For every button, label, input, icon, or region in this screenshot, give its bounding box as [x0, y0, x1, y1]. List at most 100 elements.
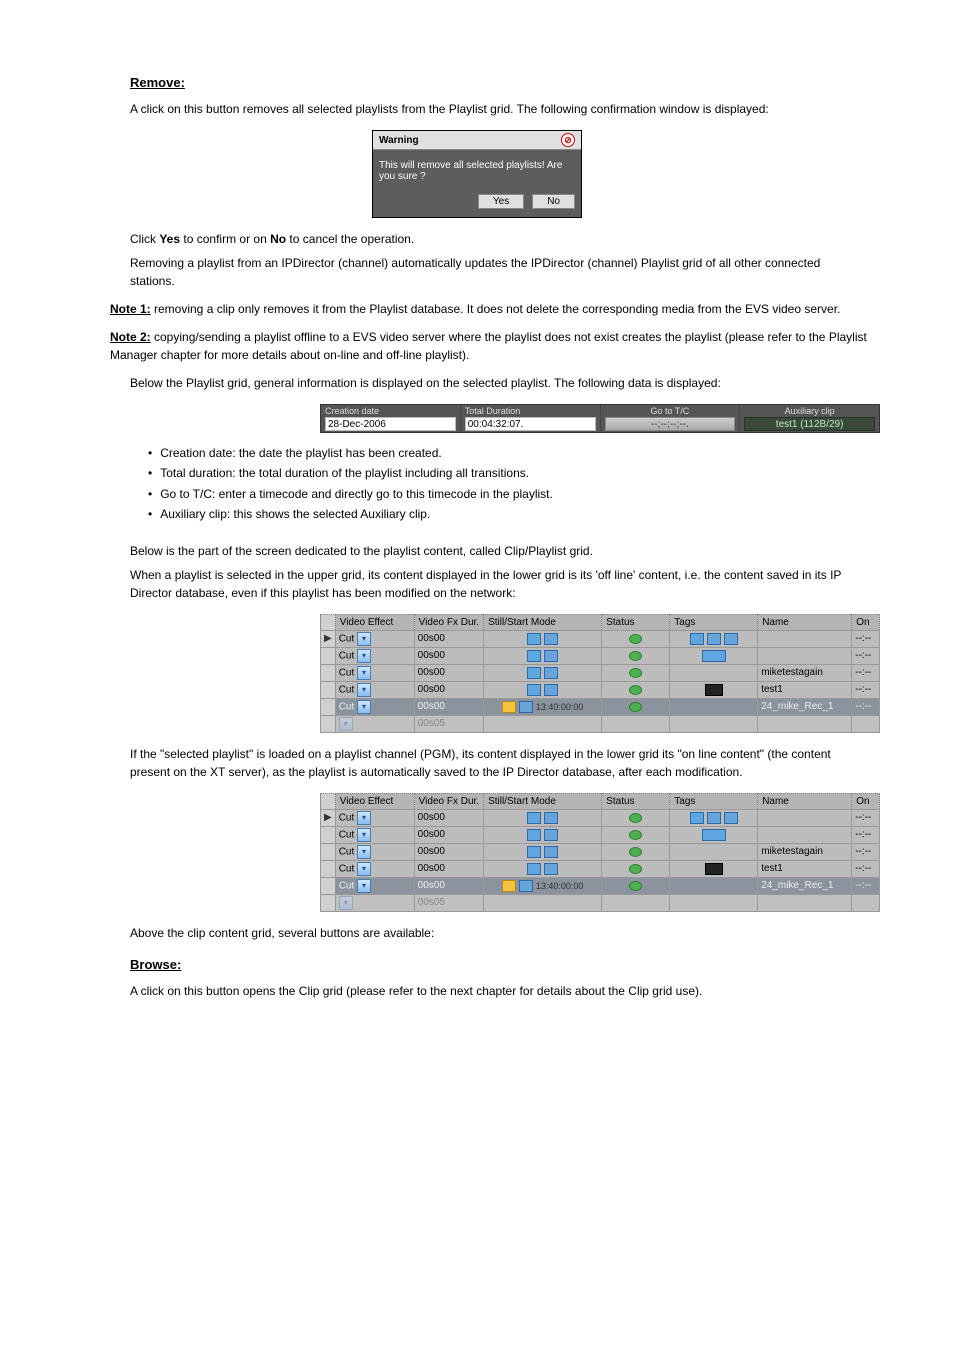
table-row[interactable]: Cut ▾00s00--:-- [321, 826, 880, 843]
mode-cell[interactable] [484, 843, 602, 860]
mode-cell[interactable] [484, 647, 602, 664]
video-effect-cell[interactable]: Cut ▾ [335, 826, 414, 843]
row-selector[interactable] [321, 826, 336, 843]
chevron-down-icon[interactable]: ▾ [357, 879, 371, 893]
video-effect-cell[interactable]: Cut ▾ [335, 860, 414, 877]
col-mode[interactable]: Still/Start Mode [484, 614, 602, 630]
table-row[interactable]: Cut ▾00s0013:40:00:0024_mike_Rec_1--:-- [321, 698, 880, 715]
mode-cell[interactable] [484, 860, 602, 877]
chevron-down-icon[interactable]: ▾ [357, 683, 371, 697]
video-effect-cell[interactable]: Cut ▾ [335, 664, 414, 681]
col-on[interactable]: On [852, 793, 880, 809]
row-selector[interactable] [321, 860, 336, 877]
note-2: Note 2: copying/sending a playlist offli… [110, 328, 870, 364]
chevron-down-icon[interactable]: ▾ [357, 862, 371, 876]
chevron-down-icon[interactable]: ▾ [357, 649, 371, 663]
col-video-dur[interactable]: Video Fx Dur. [414, 793, 483, 809]
mode-cell[interactable] [484, 894, 602, 911]
name-cell [758, 647, 852, 664]
chevron-down-icon[interactable]: ▾ [357, 811, 371, 825]
mode-cell[interactable]: 13:40:00:00 [484, 877, 602, 894]
table-row[interactable]: ▾ 00s05 [321, 894, 880, 911]
tags-cell [670, 877, 758, 894]
row-selector[interactable] [321, 715, 336, 732]
mode-cell[interactable] [484, 809, 602, 826]
video-effect-cell[interactable]: Cut ▾ [335, 681, 414, 698]
video-effect-cell[interactable]: Cut ▾ [335, 843, 414, 860]
video-dur-cell[interactable]: 00s05 [414, 894, 483, 911]
table-row[interactable]: Cut ▾00s00test1--:-- [321, 860, 880, 877]
no-button[interactable]: No [532, 194, 575, 209]
col-mode[interactable]: Still/Start Mode [484, 793, 602, 809]
video-dur-cell[interactable]: 00s00 [414, 681, 483, 698]
video-dur-cell[interactable]: 00s00 [414, 630, 483, 647]
video-effect-cell[interactable]: Cut ▾ [335, 877, 414, 894]
row-selector[interactable]: ▶ [321, 809, 336, 826]
on-cell: --:-- [852, 809, 880, 826]
col-video-effect[interactable]: Video Effect [335, 614, 414, 630]
mode-cell[interactable] [484, 681, 602, 698]
chevron-down-icon[interactable]: ▾ [357, 845, 371, 859]
row-selector[interactable] [321, 843, 336, 860]
row-selector[interactable] [321, 877, 336, 894]
col-on[interactable]: On [852, 614, 880, 630]
row-selector[interactable] [321, 698, 336, 715]
video-dur-cell[interactable]: 00s00 [414, 664, 483, 681]
col-status[interactable]: Status [602, 793, 670, 809]
chevron-down-icon[interactable]: ▾ [357, 700, 371, 714]
tags-cell [670, 630, 758, 647]
video-effect-cell[interactable]: ▾ [335, 715, 414, 732]
mode-cell[interactable] [484, 826, 602, 843]
video-dur-cell[interactable]: 00s00 [414, 698, 483, 715]
mode-cell[interactable]: 13:40:00:00 [484, 698, 602, 715]
close-icon[interactable]: ⊘ [561, 133, 575, 147]
col-tags[interactable]: Tags [670, 793, 758, 809]
row-selector[interactable] [321, 681, 336, 698]
chevron-down-icon[interactable]: ▾ [357, 632, 371, 646]
row-selector[interactable] [321, 894, 336, 911]
col-name[interactable]: Name [758, 793, 852, 809]
chevron-down-icon[interactable]: ▾ [357, 666, 371, 680]
video-effect-cell[interactable]: Cut ▾ [335, 698, 414, 715]
table-row[interactable]: ▶Cut ▾00s00--:-- [321, 630, 880, 647]
video-dur-cell[interactable]: 00s00 [414, 647, 483, 664]
col-tags[interactable]: Tags [670, 614, 758, 630]
goto-tc-value[interactable]: --;--;--;--. [605, 417, 736, 431]
col-video-dur[interactable]: Video Fx Dur. [414, 614, 483, 630]
status-ok-icon [629, 847, 642, 857]
chevron-down-icon[interactable]: ▾ [339, 896, 353, 910]
row-selector[interactable]: ▶ [321, 630, 336, 647]
col-video-effect[interactable]: Video Effect [335, 793, 414, 809]
mode-cell[interactable] [484, 664, 602, 681]
mode-cell[interactable] [484, 630, 602, 647]
video-dur-cell[interactable]: 00s05 [414, 715, 483, 732]
table-row[interactable]: Cut ▾00s00miketestagain--:-- [321, 664, 880, 681]
table-row[interactable]: ▶Cut ▾00s00 --:-- [321, 809, 880, 826]
chevron-down-icon[interactable]: ▾ [357, 828, 371, 842]
mode-cell[interactable] [484, 715, 602, 732]
row-selector[interactable] [321, 647, 336, 664]
table-row[interactable]: Cut ▾00s0013:40:00:0024_mike_Rec_1--:-- [321, 877, 880, 894]
video-dur-cell[interactable]: 00s00 [414, 877, 483, 894]
video-effect-cell[interactable]: Cut ▾ [335, 630, 414, 647]
table-row[interactable]: Cut ▾00s00miketestagain--:-- [321, 843, 880, 860]
on-cell: --:-- [852, 698, 880, 715]
video-dur-cell[interactable]: 00s00 [414, 860, 483, 877]
table-row[interactable]: Cut ▾00s00test1--:-- [321, 681, 880, 698]
col-name[interactable]: Name [758, 614, 852, 630]
video-effect-cell[interactable]: ▾ [335, 894, 414, 911]
chevron-down-icon[interactable]: ▾ [339, 717, 353, 731]
row-selector[interactable] [321, 664, 336, 681]
yes-button[interactable]: Yes [478, 194, 524, 209]
playlist-p2: When a playlist is selected in the upper… [130, 566, 850, 602]
video-dur-cell[interactable]: 00s00 [414, 843, 483, 860]
video-effect-cell[interactable]: Cut ▾ [335, 809, 414, 826]
mode-icon [544, 633, 558, 645]
col-status[interactable]: Status [602, 614, 670, 630]
video-dur-cell[interactable]: 00s00 [414, 826, 483, 843]
table-row[interactable]: ▾ 00s05 [321, 715, 880, 732]
video-dur-cell[interactable]: 00s00 [414, 809, 483, 826]
table-row[interactable]: Cut ▾00s00--:-- [321, 647, 880, 664]
tag-icon [724, 812, 738, 824]
video-effect-cell[interactable]: Cut ▾ [335, 647, 414, 664]
